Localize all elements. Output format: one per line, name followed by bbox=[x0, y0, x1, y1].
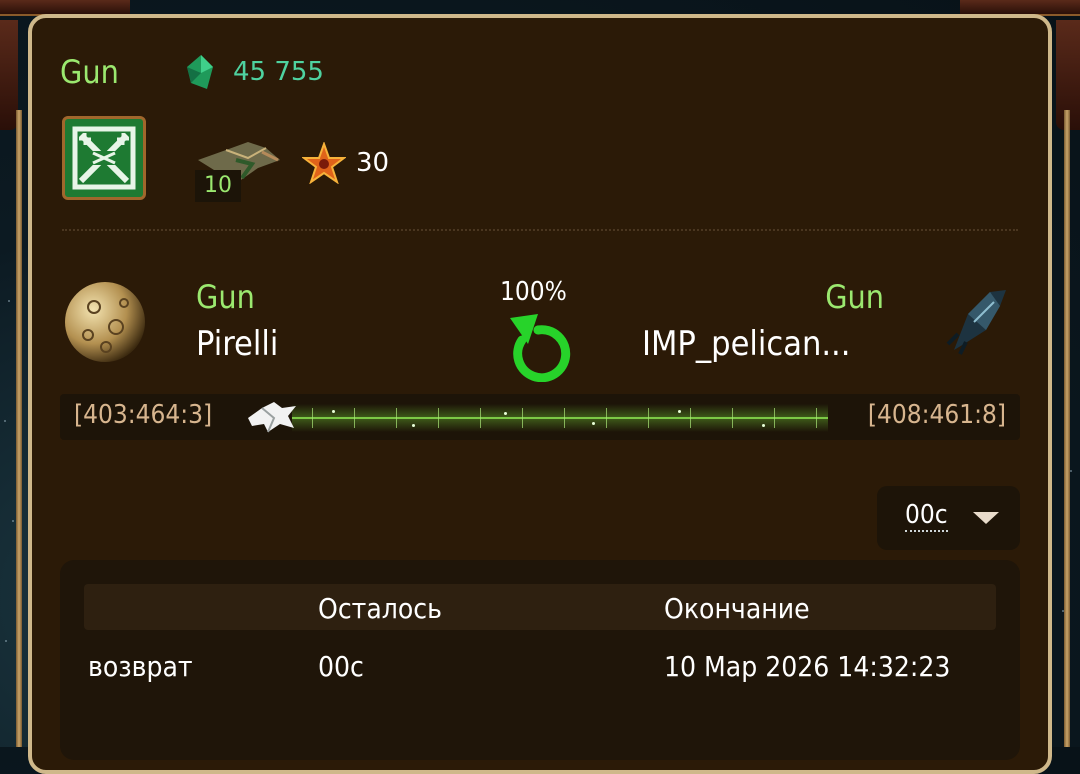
target-name[interactable]: IMP_pelican... bbox=[642, 324, 850, 364]
route-tick bbox=[648, 408, 649, 428]
route-tick bbox=[396, 408, 397, 428]
alliance-emblem-icon[interactable] bbox=[62, 116, 146, 200]
frame-rail-left bbox=[16, 110, 22, 747]
route-tick bbox=[480, 408, 481, 428]
gem-icon bbox=[187, 55, 213, 89]
mission-type: возврат bbox=[88, 650, 193, 683]
column-header-remaining: Осталось bbox=[318, 592, 442, 625]
owner-name[interactable]: Gun bbox=[60, 53, 119, 91]
route-fleet-icon bbox=[248, 402, 296, 433]
origin-planet-name[interactable]: Pirelli bbox=[196, 324, 278, 364]
route-dot bbox=[412, 424, 415, 427]
end-time: 10 Мар 2026 14:32:23 bbox=[664, 650, 951, 683]
section-divider bbox=[62, 229, 1018, 231]
route-tick bbox=[606, 408, 607, 428]
target-coords[interactable]: [408:461:8] bbox=[868, 400, 1006, 430]
planet-icon[interactable] bbox=[64, 281, 146, 363]
route-tick bbox=[564, 408, 565, 428]
time-remaining: 00с bbox=[318, 650, 364, 683]
rank-value: 30 bbox=[356, 148, 390, 178]
gem-count: 45 755 bbox=[233, 57, 324, 87]
fleet-ship-icon[interactable] bbox=[944, 284, 1010, 356]
route-tick bbox=[438, 408, 439, 428]
origin-coords[interactable]: [403:464:3] bbox=[74, 400, 212, 430]
route-tick bbox=[522, 408, 523, 428]
emblem-glyph bbox=[72, 126, 136, 190]
route-dot bbox=[678, 410, 681, 413]
target-owner[interactable]: Gun bbox=[825, 278, 884, 316]
timer-dropdown[interactable]: 00с bbox=[877, 486, 1020, 550]
origin-owner[interactable]: Gun bbox=[196, 278, 255, 316]
return-arrow-icon[interactable] bbox=[504, 310, 574, 382]
rank-star-icon bbox=[302, 142, 346, 184]
route-tick bbox=[774, 408, 775, 428]
table-header-row bbox=[84, 584, 996, 630]
route-tick bbox=[312, 408, 313, 428]
frame-rail-right bbox=[1064, 110, 1070, 747]
column-header-end: Окончание bbox=[664, 592, 810, 625]
route-dot bbox=[592, 422, 595, 425]
route-dot bbox=[762, 424, 765, 427]
route-tick bbox=[690, 408, 691, 428]
route-tick bbox=[354, 408, 355, 428]
route-line bbox=[292, 417, 828, 419]
route-dot bbox=[504, 412, 507, 415]
timer-value[interactable]: 00с bbox=[905, 500, 948, 532]
route-tick bbox=[732, 408, 733, 428]
route-dot bbox=[332, 410, 335, 413]
chevron-down-icon[interactable] bbox=[973, 512, 999, 524]
route-tick bbox=[816, 408, 817, 428]
fleet-percent: 100% bbox=[500, 277, 567, 307]
route-track bbox=[292, 404, 828, 432]
ship-count: 10 bbox=[195, 170, 241, 202]
